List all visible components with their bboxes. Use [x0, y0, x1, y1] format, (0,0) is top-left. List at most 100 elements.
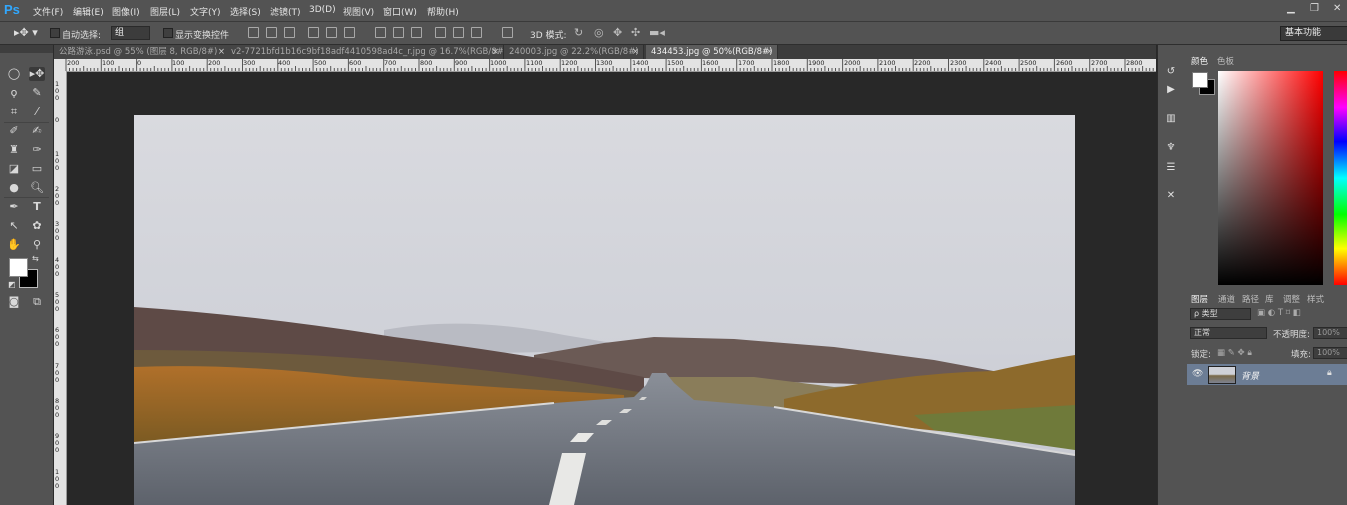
layer-filter-icons[interactable]: ▣ ◐ T ⌑ ◧: [1257, 308, 1301, 318]
show-transform-checkbox[interactable]: [163, 28, 173, 38]
gradient-tool-icon[interactable]: ▭: [29, 162, 45, 176]
auto-align-icon[interactable]: [502, 27, 513, 38]
type-tool-icon[interactable]: T: [29, 200, 45, 214]
close-button[interactable]: ✕: [1333, 3, 1341, 14]
menu-filter[interactable]: 滤镜(T): [270, 5, 301, 18]
tab-color[interactable]: 颜色: [1191, 55, 1208, 67]
lock-icons[interactable]: ▦ ✎ ✥ 🔒︎: [1217, 348, 1252, 358]
layer-name[interactable]: 背景: [1241, 369, 1259, 382]
distribute-bottom-icon[interactable]: [411, 27, 422, 38]
hand-tool-icon[interactable]: ✋: [6, 238, 22, 252]
marquee-tool-icon[interactable]: ◯: [6, 67, 22, 81]
brush-tool-icon[interactable]: ✍: [29, 124, 45, 138]
close-tab-icon[interactable]: ×: [766, 45, 773, 59]
menu-3d[interactable]: 3D(D): [309, 5, 336, 15]
hue-slider[interactable]: [1334, 71, 1347, 285]
eye-visibility-icon[interactable]: 👁︎: [1192, 369, 1203, 379]
quick-mask-icon[interactable]: ◙: [6, 295, 22, 309]
horizontal-ruler[interactable]: 200 100 0 100 200 300 400 500 600 700 80…: [54, 59, 1156, 72]
screen-mode-icon[interactable]: ⧉: [29, 295, 45, 309]
swap-colors-icon[interactable]: ⇆: [32, 254, 39, 263]
tab-swatches[interactable]: 色板: [1217, 55, 1234, 67]
menu-file[interactable]: 文件(F): [33, 5, 63, 18]
tab-libraries[interactable]: 库: [1265, 293, 1274, 305]
quick-select-tool-icon[interactable]: ✎: [29, 86, 45, 100]
shape-tool-icon[interactable]: ✿: [29, 219, 45, 233]
distribute-top-icon[interactable]: [375, 27, 386, 38]
menu-type[interactable]: 文字(Y): [190, 5, 221, 18]
align-right-icon[interactable]: [344, 27, 355, 38]
3d-scale-icon[interactable]: ▬◂: [649, 26, 665, 39]
distribute-vcenter-icon[interactable]: [393, 27, 404, 38]
menu-view[interactable]: 视图(V): [343, 5, 374, 18]
opacity-input[interactable]: 100%: [1313, 327, 1347, 339]
align-vcenter-icon[interactable]: [266, 27, 277, 38]
crop-tool-icon[interactable]: ⌗: [6, 105, 22, 119]
tab-layers[interactable]: 图层: [1191, 293, 1208, 305]
dodge-tool-icon[interactable]: 🔍︎: [29, 181, 45, 195]
ruler-label: 8 0 0: [55, 397, 60, 419]
3d-slide-icon[interactable]: ✣: [631, 26, 640, 39]
tool-presets-icon[interactable]: ☰: [1164, 162, 1178, 174]
tab-styles[interactable]: 样式: [1307, 293, 1324, 305]
histogram-icon[interactable]: ▥: [1164, 113, 1178, 125]
document-tab-active[interactable]: 434453.jpg @ 50%(RGB/8#) ×: [646, 45, 778, 59]
path-select-tool-icon[interactable]: ↖: [6, 219, 22, 233]
move-tool-preset-icon[interactable]: ▸✥ ▾: [14, 26, 38, 39]
align-hcenter-icon[interactable]: [326, 27, 337, 38]
pen-tool-icon[interactable]: ✒: [6, 200, 22, 214]
brush-presets-icon[interactable]: ♆: [1164, 142, 1178, 154]
history-icon[interactable]: ↺: [1164, 66, 1178, 78]
document-tab[interactable]: 240003.jpg @ 22.2%(RGB/8#) ×: [504, 45, 644, 59]
distribute-left-icon[interactable]: [435, 27, 446, 38]
tab-paths[interactable]: 路径: [1242, 293, 1259, 305]
lasso-tool-icon[interactable]: ϙ: [6, 86, 22, 100]
distribute-right-icon[interactable]: [471, 27, 482, 38]
3d-pan-icon[interactable]: ✥: [613, 26, 622, 39]
3d-roll-icon[interactable]: ◎: [594, 26, 604, 39]
tab-adjustments[interactable]: 调整: [1283, 293, 1300, 305]
move-tool-icon[interactable]: ▸✥: [29, 67, 45, 81]
tools-panel-header[interactable]: [0, 45, 53, 53]
workspace-switcher[interactable]: 基本功能: [1280, 26, 1347, 41]
document-image[interactable]: [134, 115, 1075, 505]
zoom-tool-icon[interactable]: ⚲: [29, 238, 45, 252]
tools-reset-icon[interactable]: ✕: [1164, 190, 1178, 202]
restore-button[interactable]: ❐: [1310, 3, 1319, 14]
eyedropper-tool-icon[interactable]: ⁄: [29, 105, 45, 119]
menu-help[interactable]: 帮助(H): [427, 5, 459, 18]
menu-window[interactable]: 窗口(W): [383, 5, 417, 18]
history-brush-tool-icon[interactable]: ✑: [29, 143, 45, 157]
auto-select-dropdown[interactable]: 组: [111, 26, 150, 40]
document-tab[interactable]: v2-7721bfd1b16c9bf18adf4410598ad4c_r.jpg…: [226, 45, 504, 59]
align-top-icon[interactable]: [248, 27, 259, 38]
blur-tool-icon[interactable]: ●: [6, 181, 22, 195]
layer-filter-kind[interactable]: ρ 类型: [1190, 308, 1251, 320]
tab-channels[interactable]: 通道: [1218, 293, 1235, 305]
clone-stamp-tool-icon[interactable]: ♜: [6, 143, 22, 157]
distribute-hcenter-icon[interactable]: [453, 27, 464, 38]
menu-select[interactable]: 选择(S): [230, 5, 261, 18]
color-spectrum-field[interactable]: [1218, 71, 1323, 285]
align-left-icon[interactable]: [308, 27, 319, 38]
menu-edit[interactable]: 编辑(E): [73, 5, 104, 18]
document-tab[interactable]: 公路游泳.psd @ 55% (图层 8, RGB/8#) ×: [54, 45, 230, 59]
menu-layer[interactable]: 图层(L): [150, 5, 180, 18]
eraser-tool-icon[interactable]: ◪: [6, 162, 22, 176]
close-tab-icon[interactable]: ×: [632, 45, 639, 59]
fill-input[interactable]: 100%: [1313, 347, 1347, 359]
vertical-ruler[interactable]: 1 0 0 0 1 0 0 2 0 0 3 0 0 4 0 0 5 0 0 6 …: [54, 71, 67, 505]
close-tab-icon[interactable]: ×: [218, 45, 225, 59]
menu-image[interactable]: 图像(I): [112, 5, 140, 18]
default-colors-icon[interactable]: ◩: [8, 280, 16, 289]
color-panel-fg-swatch[interactable]: [1192, 72, 1208, 88]
minimize-button[interactable]: ▁: [1287, 3, 1295, 14]
close-tab-icon[interactable]: ×: [492, 45, 499, 59]
3d-rotate-icon[interactable]: ↻: [574, 26, 583, 39]
actions-play-icon[interactable]: ▶: [1164, 84, 1178, 96]
healing-brush-tool-icon[interactable]: ✐: [6, 124, 22, 138]
blend-mode-select[interactable]: 正常: [1190, 327, 1267, 339]
foreground-color-swatch[interactable]: [9, 258, 28, 277]
auto-select-checkbox[interactable]: [50, 28, 60, 38]
align-bottom-icon[interactable]: [284, 27, 295, 38]
